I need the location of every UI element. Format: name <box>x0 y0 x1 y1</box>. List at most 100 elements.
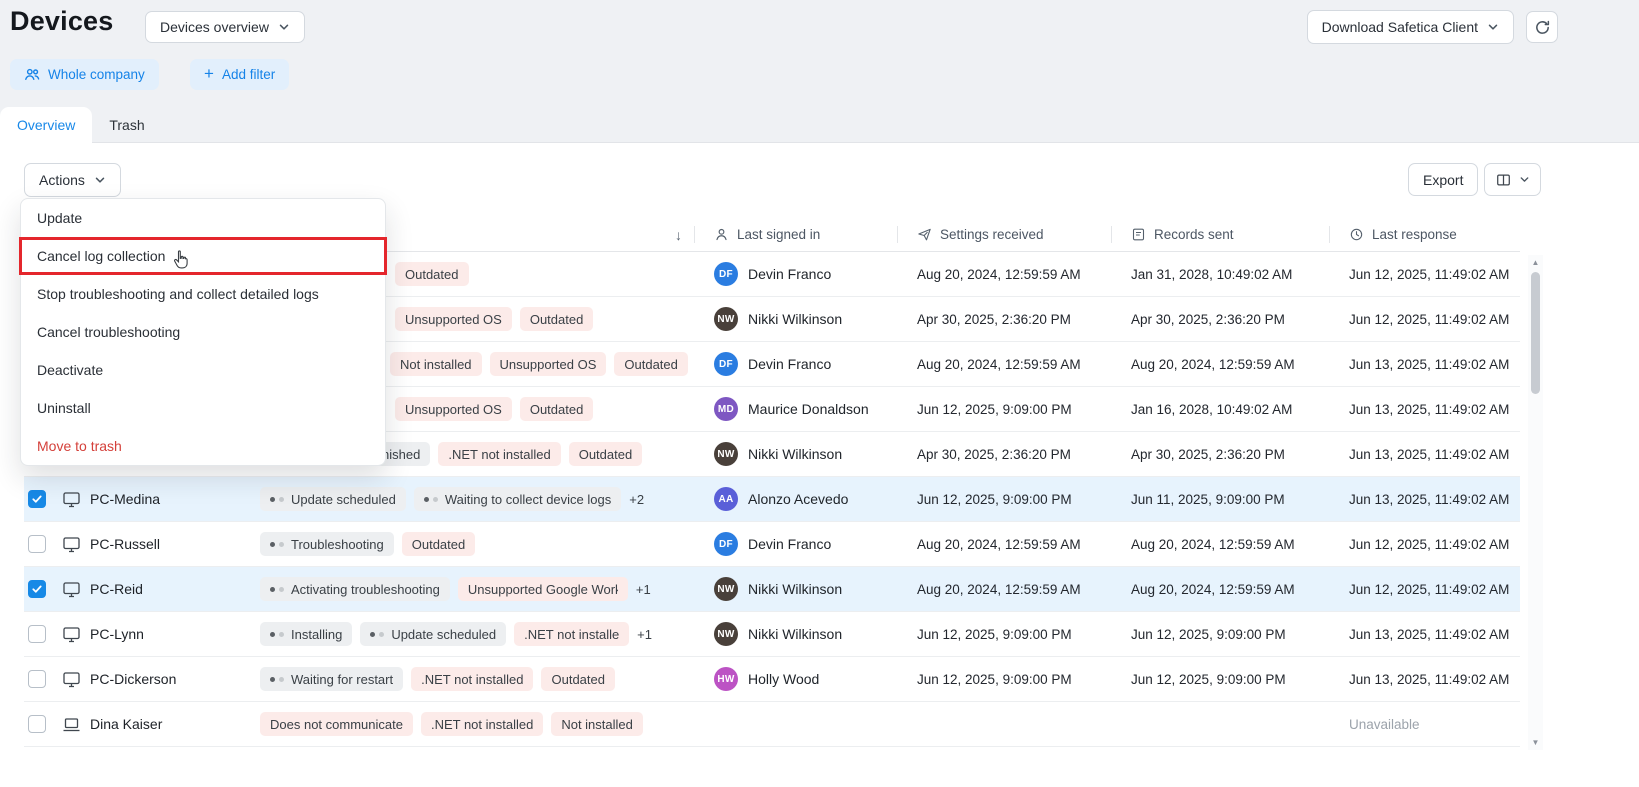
status-badge: Unsupported OS <box>489 352 607 376</box>
sort-descending-icon[interactable]: ↓ <box>675 227 682 243</box>
chevron-down-icon <box>95 177 105 183</box>
add-filter-label: Add filter <box>221 67 276 82</box>
settings-received-cell: Aug 20, 2024, 12:59:59 AM <box>917 356 1081 372</box>
last-signed-in-cell: DF Devin Franco <box>694 252 897 296</box>
last-signed-in-cell: AA Alonzo Acevedo <box>694 477 897 521</box>
add-filter-button[interactable]: + Add filter <box>190 59 290 90</box>
vertical-scrollbar[interactable]: ▲ ▼ <box>1528 255 1543 750</box>
table-row-pc-medina[interactable]: PC-Medina Update scheduled Waiting to coll… <box>24 477 1520 522</box>
last-response-cell: Unavailable <box>1349 716 1420 732</box>
last-response-cell: Jun 13, 2025, 11:49:02 AM <box>1349 401 1510 417</box>
status-badge: Waiting for restart <box>260 667 404 691</box>
records-sent-cell <box>1111 702 1329 746</box>
table-row-pc-dickerson[interactable]: PC-Dickerson Waiting for restart .NET not … <box>24 657 1520 702</box>
records-sent-cell: Aug 20, 2024, 12:59:59 AM <box>1131 356 1295 372</box>
column-header-label: Settings received <box>940 227 1044 242</box>
menu-item-update[interactable]: Update <box>21 199 385 237</box>
badge-overflow-count: +1 <box>635 581 651 597</box>
row-checkbox[interactable] <box>28 625 46 643</box>
table-row-pc-reid[interactable]: PC-Reid Activating troubleshooting Unsuppo… <box>24 567 1520 612</box>
avatar: NW <box>714 307 738 331</box>
refresh-button[interactable] <box>1526 11 1558 43</box>
device-name: PC-Medina <box>90 491 161 507</box>
columns-button[interactable] <box>1484 163 1541 196</box>
scope-filter-chip[interactable]: Whole company <box>10 59 159 90</box>
menu-item-cancel-troubleshooting[interactable]: Cancel troubleshooting <box>21 313 385 351</box>
device-status-cell: Update scheduled Waiting to collect devic… <box>260 477 694 521</box>
last-response-cell: Jun 12, 2025, 11:49:02 AM <box>1349 311 1510 327</box>
tab-overview-label: Overview <box>17 117 76 133</box>
status-badge: .NET not installed <box>420 712 544 736</box>
last-response-cell: Jun 13, 2025, 11:49:02 AM <box>1349 671 1510 687</box>
status-badge: .NET not installed <box>514 622 630 646</box>
menu-item-cancel-log-collection[interactable]: Cancel log collection <box>19 237 387 275</box>
menu-item-label: Move to trash <box>37 438 122 454</box>
download-client-button[interactable]: Download Safetica Client <box>1306 10 1514 44</box>
status-badge: Outdated <box>401 532 476 556</box>
export-button[interactable]: Export <box>1408 163 1479 196</box>
column-header-records-sent[interactable]: Records sent <box>1111 218 1329 251</box>
device-status-cell: Activating troubleshooting Unsupported Go… <box>260 567 694 611</box>
export-button-label: Export <box>1423 171 1464 188</box>
user-name: Maurice Donaldson <box>748 401 869 417</box>
column-header-label: Records sent <box>1154 227 1234 242</box>
columns-icon <box>1497 173 1510 186</box>
chevron-down-icon <box>279 24 289 30</box>
refresh-icon <box>1535 20 1549 34</box>
actions-button-label: Actions <box>39 172 85 188</box>
row-checkbox[interactable] <box>28 535 46 553</box>
checkmark-icon <box>32 585 42 593</box>
menu-item-deactivate[interactable]: Deactivate <box>21 351 385 389</box>
records-sent-cell: Jun 12, 2025, 9:09:00 PM <box>1131 671 1286 687</box>
column-header-label: Last response <box>1372 227 1457 242</box>
people-icon <box>25 68 40 80</box>
device-name-cell: PC-Lynn <box>56 612 260 656</box>
scrollbar-thumb[interactable] <box>1531 272 1540 394</box>
row-checkbox[interactable] <box>28 715 46 733</box>
scroll-up-arrow[interactable]: ▲ <box>1528 258 1543 267</box>
device-status-cell: Does not communicate .NET not installed No… <box>260 702 694 746</box>
badge-overflow-count: +1 <box>637 626 652 642</box>
desktop-icon <box>63 491 80 507</box>
tab-overview[interactable]: Overview <box>0 107 93 143</box>
last-response-cell: Jun 13, 2025, 11:49:02 AM <box>1349 491 1510 507</box>
tab-trash[interactable]: Trash <box>92 107 161 143</box>
column-header-settings-received[interactable]: Settings received <box>897 218 1111 251</box>
avatar: NW <box>714 577 738 601</box>
last-response-cell: Jun 12, 2025, 11:49:02 AM <box>1349 536 1510 552</box>
menu-item-uninstall[interactable]: Uninstall <box>21 389 385 427</box>
records-sent-cell: Aug 20, 2024, 12:59:59 AM <box>1131 581 1295 597</box>
avatar: HW <box>714 667 738 691</box>
table-row-dina-kaiser[interactable]: Dina Kaiser Does not communicate .NET not … <box>24 702 1520 747</box>
device-name: PC-Russell <box>90 536 161 552</box>
status-badge: .NET not installed <box>411 667 534 691</box>
device-status-cell: Installing Update scheduled .NET not insta… <box>260 612 694 656</box>
actions-button[interactable]: Actions <box>24 163 121 197</box>
scroll-down-arrow[interactable]: ▼ <box>1528 738 1543 747</box>
menu-item-move-to-trash[interactable]: Move to trash <box>21 427 385 465</box>
records-sent-cell: Apr 30, 2025, 2:36:20 PM <box>1131 311 1285 327</box>
status-badge: Outdated <box>568 442 643 466</box>
status-badge: Unsupported OS <box>395 397 512 421</box>
status-badge: Unsupported Google Work <box>457 577 628 601</box>
device-name: PC-Dickerson <box>90 671 177 687</box>
records-sent-cell: Jun 12, 2025, 9:09:00 PM <box>1131 626 1286 642</box>
row-checkbox[interactable] <box>28 580 46 598</box>
settings-received-cell: Jun 12, 2025, 9:09:00 PM <box>917 491 1072 507</box>
table-row-pc-russell[interactable]: PC-Russell Troubleshooting Outdated DF Devin… <box>24 522 1520 567</box>
settings-received-cell: Jun 12, 2025, 9:09:00 PM <box>917 401 1072 417</box>
menu-item-stop-troubleshooting-and-collect-detailed-logs[interactable]: Stop troubleshooting and collect detaile… <box>21 275 385 313</box>
desktop-icon <box>63 536 80 552</box>
view-selector[interactable]: Devices overview <box>145 11 305 43</box>
column-header-last-response[interactable]: Last response <box>1329 218 1520 251</box>
column-header-last-signed-in[interactable]: Last signed in <box>694 218 897 251</box>
status-badge: Outdated <box>395 262 469 286</box>
row-checkbox[interactable] <box>28 490 46 508</box>
tab-trash-label: Trash <box>109 117 145 133</box>
table-row-pc-lynn[interactable]: PC-Lynn Installing Update scheduled .NET no… <box>24 612 1520 657</box>
settings-received-cell: Apr 30, 2025, 2:36:20 PM <box>917 446 1071 462</box>
last-signed-in-cell: HW Holly Wood <box>694 657 897 701</box>
last-response-cell: Jun 12, 2025, 11:49:02 AM <box>1349 266 1510 282</box>
last-response-cell: Jun 13, 2025, 11:49:02 AM <box>1349 356 1510 372</box>
row-checkbox[interactable] <box>28 670 46 688</box>
